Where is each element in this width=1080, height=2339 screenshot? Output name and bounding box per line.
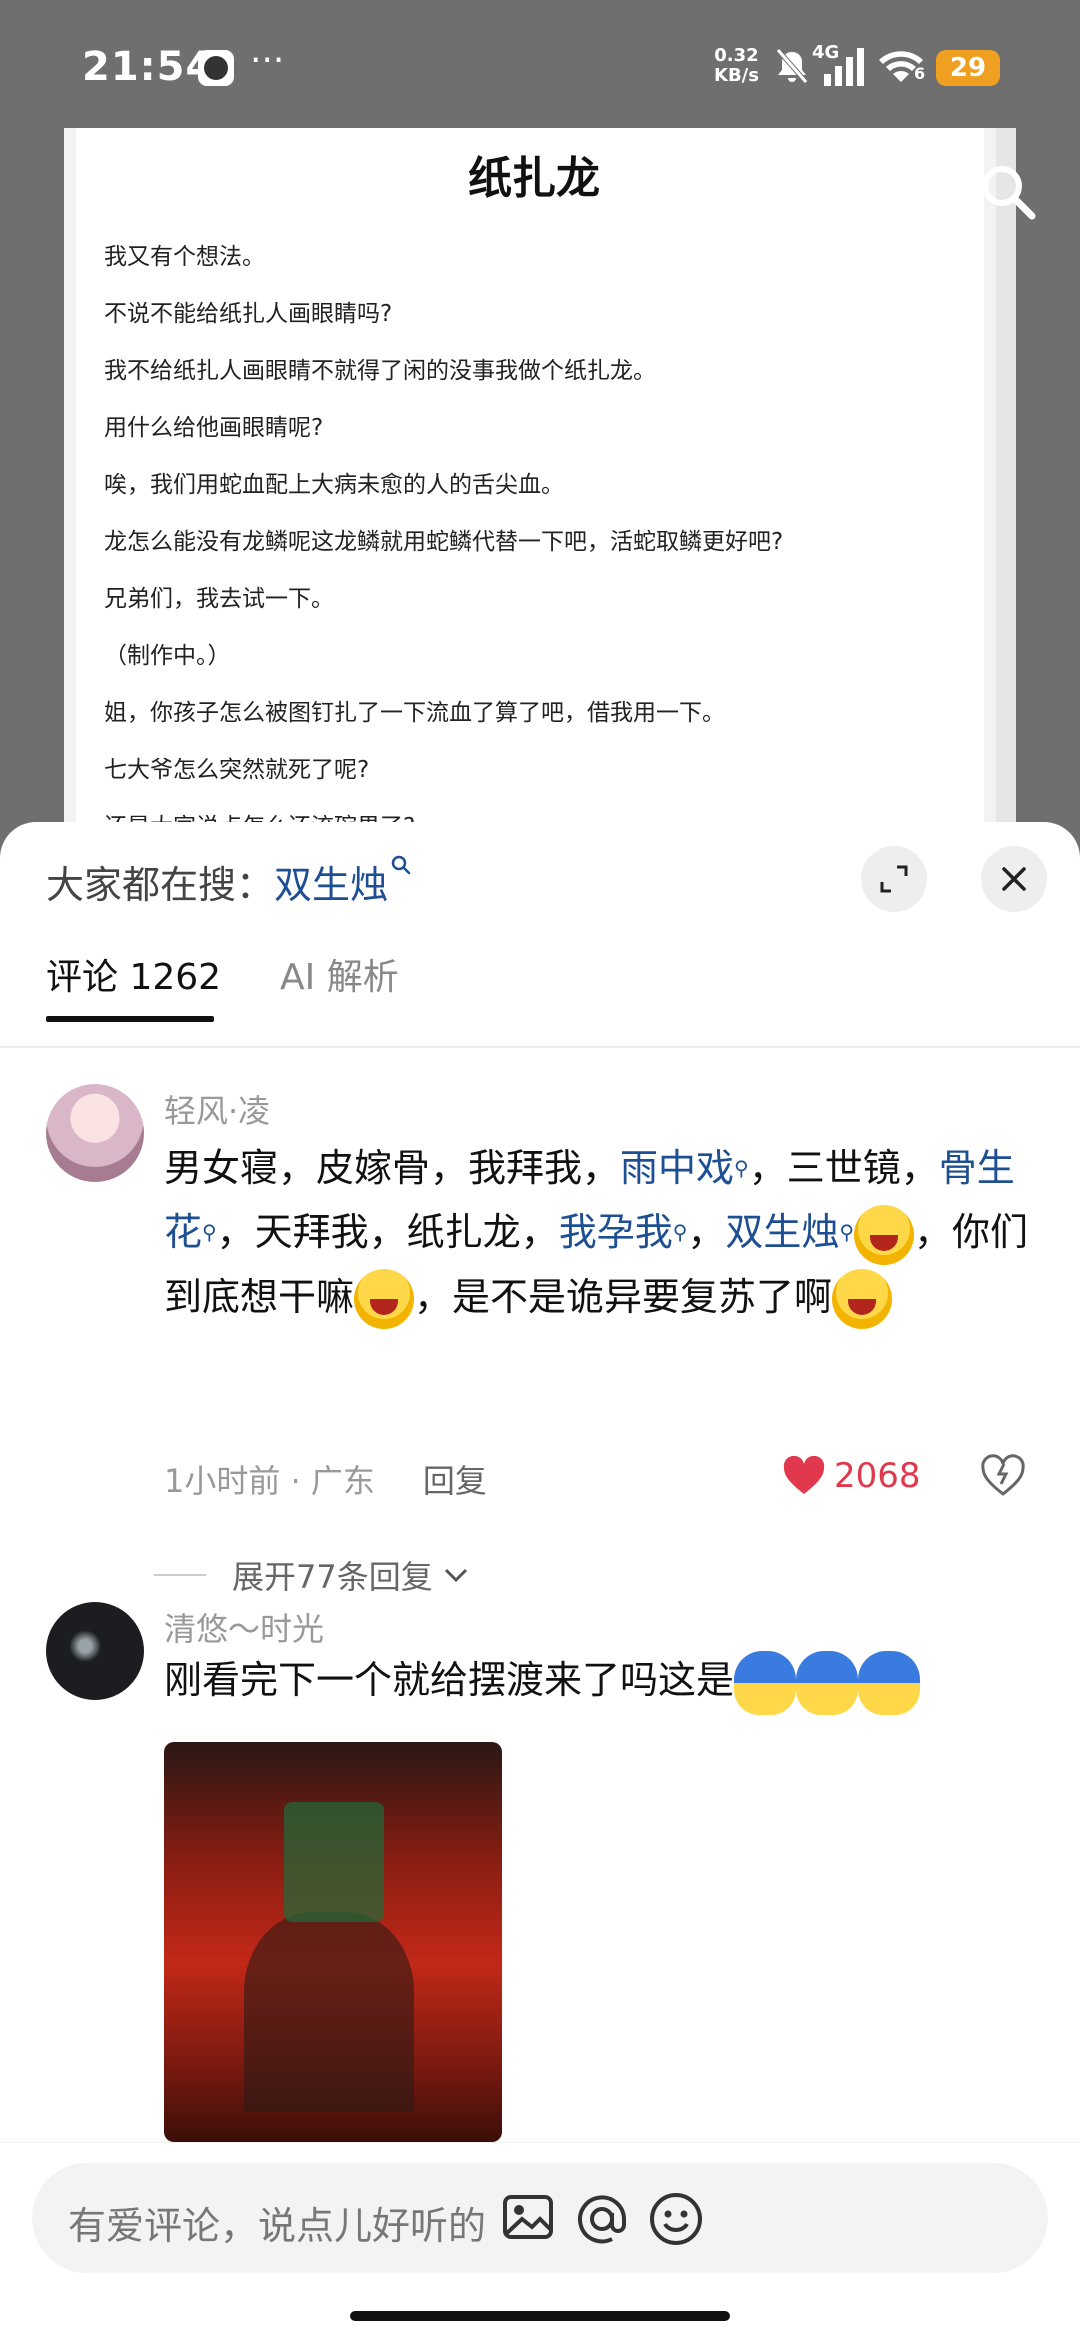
expand-button[interactable] (861, 846, 927, 912)
comment-text: 刚看完下一个就给摆渡来了吗这是 (164, 1648, 1044, 1715)
comments-sheet: 大家都在搜：双生烛 评论 1262 AI 解析 轻风·凌 男女寝，皮嫁骨，我拜我… (0, 822, 1080, 2339)
status-time: 21:54 (82, 44, 215, 90)
keyword-link[interactable]: 我孕我 (559, 1210, 673, 1254)
comment-text: 男女寝，皮嫁骨，我拜我，雨中戏⚲，三世镜，骨生花⚲，天拜我，纸扎龙，我孕我⚲，双… (164, 1136, 1044, 1329)
avatar[interactable] (46, 1602, 144, 1700)
home-indicator[interactable] (350, 2311, 730, 2321)
comment-username[interactable]: 清悠～时光 (164, 1604, 324, 1650)
keyword-link[interactable]: 雨中戏 (620, 1146, 734, 1190)
search-icon: ⚲ (839, 1220, 855, 1244)
close-icon (1002, 867, 1026, 891)
cell-signal-icon (824, 48, 864, 86)
more-notifications-icon: ··· (250, 40, 285, 81)
heart-icon (783, 1456, 825, 1494)
comment-placeholder: 有爱评论，说点儿好听的 (68, 2204, 487, 2248)
wifi-label: 6 (914, 64, 926, 83)
keyword-link[interactable]: 双生烛 (725, 1210, 839, 1254)
clock-app-icon (198, 50, 234, 86)
comment-image[interactable] (164, 1742, 502, 2142)
document-title: 纸扎龙 (468, 153, 600, 204)
document-line: 唉，我们用蛇血配上大病未愈的人的舌尖血。 (104, 472, 564, 498)
mute-bell-icon (776, 48, 808, 84)
search-icon: ⚲ (202, 1220, 217, 1244)
comment-meta: 1小时前 · 广东 回复 (164, 1456, 487, 1502)
document-scrollbar[interactable] (996, 128, 1016, 888)
sweat-emoji-icon (858, 1650, 921, 1715)
tab-active-indicator (46, 1016, 214, 1022)
sweat-emoji-icon (796, 1650, 859, 1715)
search-icon[interactable] (976, 160, 1040, 224)
tab-ai-analysis[interactable]: AI 解析 (280, 948, 399, 1000)
avatar[interactable] (46, 1084, 144, 1182)
comment-composer: 有爱评论，说点儿好听的 (0, 2142, 1080, 2339)
emoji-icon[interactable] (646, 2189, 706, 2249)
document-view: 纸扎龙 我又有个想法。 不说不能给纸扎人画眼睛吗? 我不给纸扎人画眼睛不就得了闲… (64, 128, 1016, 888)
document-line: 龙怎么能没有龙鳞呢这龙鳞就用蛇鳞代替一下吧，活蛇取鳞更好吧? (104, 529, 784, 555)
tab-bar: 评论 1262 AI 解析 (0, 922, 1080, 1048)
status-bar: 21:54 ··· 0.32 KB/s 4G 6 29 (0, 0, 1080, 130)
document-line: 我又有个想法。 (104, 244, 265, 270)
search-icon: ⚲ (734, 1156, 749, 1180)
sweat-emoji-icon (734, 1650, 797, 1715)
trending-keyword[interactable]: 双生烛 (274, 863, 388, 907)
crying-laugh-emoji-icon (854, 1204, 915, 1265)
comment-input[interactable]: 有爱评论，说点儿好听的 (32, 2163, 1048, 2273)
tab-comments[interactable]: 评论 1262 (46, 948, 221, 1000)
document-line: 不说不能给纸扎人画眼睛吗? (104, 301, 393, 327)
trending-search[interactable]: 大家都在搜：双生烛 (46, 854, 412, 909)
like-count: 2068 (834, 1456, 921, 1496)
comment-time-location: 1小时前 · 广东 (164, 1462, 375, 1500)
sad-emoji-icon (832, 1269, 893, 1329)
document-line: 七大爷怎么突然就死了呢? (104, 757, 370, 783)
dislike-icon[interactable] (980, 1454, 1026, 1498)
document-line: 姐，你孩子怎么被图钉扎了一下流血了算了吧，借我用一下。 (104, 700, 725, 726)
crying-laugh-emoji-icon (354, 1269, 415, 1329)
like-button[interactable]: 2068 (782, 1456, 921, 1496)
comment-username[interactable]: 轻风·凌 (164, 1086, 270, 1132)
document-line: 用什么给他画眼睛呢? (104, 415, 324, 441)
search-icon (391, 855, 411, 875)
document-body: 我又有个想法。 不说不能给纸扎人画眼睛吗? 我不给纸扎人画眼睛不就得了闲的没事我… (104, 240, 984, 867)
document-line: 兄弟们，我去试一下。 (104, 586, 334, 612)
search-icon: ⚲ (672, 1220, 688, 1244)
close-button[interactable] (981, 846, 1047, 912)
reply-button[interactable]: 回复 (423, 1462, 487, 1500)
chevron-down-icon (444, 1568, 467, 1583)
image-icon[interactable] (500, 2189, 556, 2245)
document-line: 我不给纸扎人画眼睛不就得了闲的没事我做个纸扎龙。 (104, 358, 656, 384)
trending-prefix: 大家都在搜： (46, 863, 275, 907)
battery-indicator: 29 (936, 50, 1000, 86)
divider (154, 1574, 206, 1576)
expand-replies[interactable]: 展开77条回复 (154, 1552, 471, 1598)
mention-icon[interactable] (572, 2189, 632, 2249)
expand-icon (880, 865, 908, 893)
poster-building (284, 1802, 384, 1922)
poster-figures (244, 1912, 414, 2112)
network-speed: 0.32 KB/s (714, 45, 759, 86)
document-line: （制作中。） (104, 643, 231, 669)
